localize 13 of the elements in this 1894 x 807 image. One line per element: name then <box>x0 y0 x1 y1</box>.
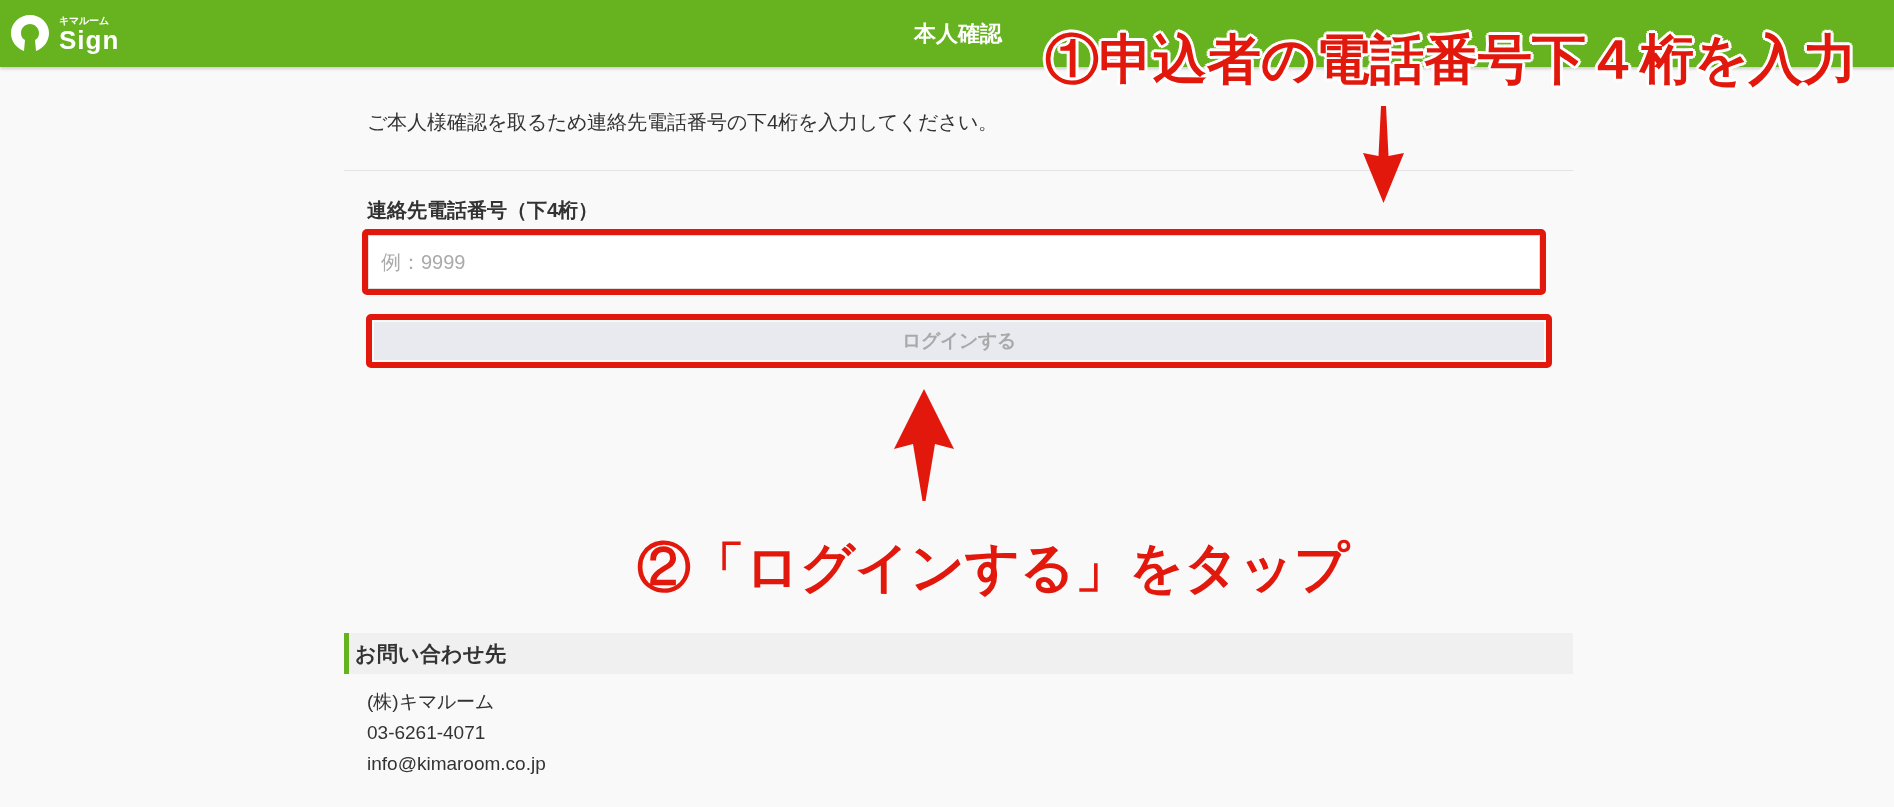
intro-text: ご本人様確認を取るため連絡先電話番号の下4桁を入力してください。 <box>367 110 1000 135</box>
logo-icon <box>10 15 50 52</box>
contact-line: info@kimaroom.co.jp <box>367 752 547 776</box>
logo-caption: キマルーム <box>59 14 110 27</box>
logo-text: Sign <box>59 26 120 53</box>
field-label: 連絡先電話番号（下4桁） <box>367 198 600 223</box>
down-arrow-icon <box>1363 106 1404 203</box>
contact-line: 03-6261-4071 <box>367 721 487 745</box>
up-arrow-icon <box>894 389 954 501</box>
contact-heading: お問い合わせ先 <box>355 640 506 667</box>
page-title: 本人確認 <box>914 20 1002 48</box>
contact-line: (株)キマルーム <box>367 690 495 714</box>
phone-input[interactable]: 例：9999 <box>368 235 1540 289</box>
